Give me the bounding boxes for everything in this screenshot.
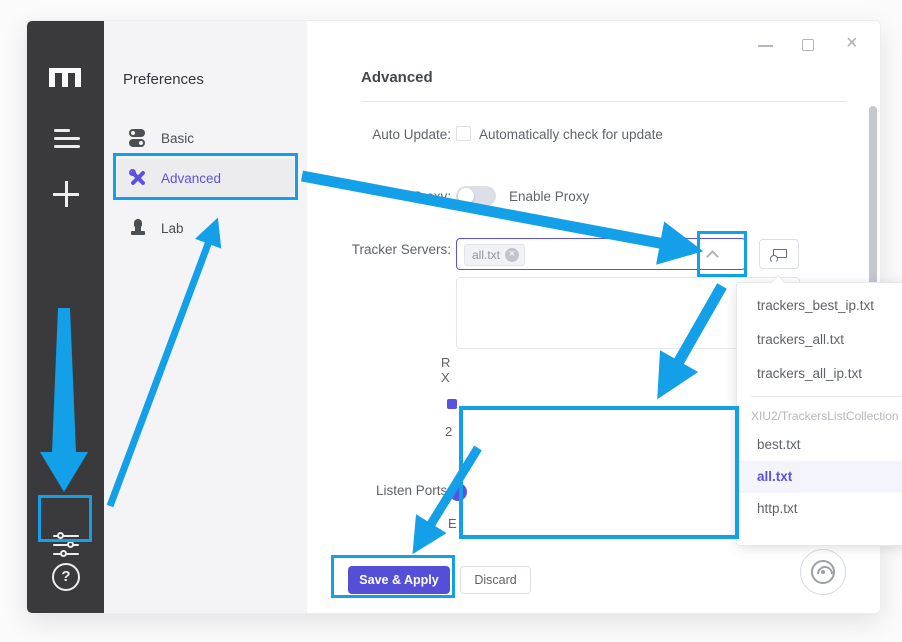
- toggles-icon: [129, 129, 147, 147]
- tag-close-icon[interactable]: ×: [505, 248, 519, 262]
- listen-ports-label: Listen Ports:: [271, 483, 451, 498]
- title-divider: [361, 101, 847, 102]
- obscured-text-fragment: X: [441, 370, 450, 385]
- obscured-control-fragment: [449, 483, 467, 501]
- proxy-toggle-label: Enable Proxy: [509, 189, 589, 204]
- obscured-checkbox-fragment: [447, 399, 457, 409]
- add-task-icon[interactable]: [53, 181, 79, 207]
- menu-item-label: Lab: [161, 221, 184, 236]
- chevron-up-icon[interactable]: [706, 250, 719, 263]
- menu-item-lab[interactable]: Lab: [113, 213, 298, 243]
- motrix-logo-icon[interactable]: [49, 68, 81, 87]
- option-label: all.txt: [757, 461, 792, 493]
- speed-limit-button[interactable]: [800, 549, 846, 595]
- window-minimize-button[interactable]: [758, 45, 773, 47]
- speedometer-icon: [811, 560, 835, 584]
- proxy-toggle[interactable]: [456, 186, 496, 206]
- option-label: http.txt: [757, 493, 798, 525]
- option-label: best.txt: [757, 429, 801, 461]
- proxy-label: Proxy:: [271, 189, 451, 204]
- dropdown-option[interactable]: http.txt: [737, 493, 902, 525]
- tracker-servers-label: Tracker Servers:: [271, 242, 451, 257]
- dropdown-group-label: XIU2/TrackersListCollection: [737, 403, 902, 429]
- obscured-text-fragment: R: [441, 355, 450, 370]
- obscured-text-fragment: E: [448, 516, 457, 531]
- auto-update-label: Auto Update:: [271, 127, 451, 142]
- app-window: ? Preferences Basic Advanced Lab × Ad: [26, 20, 881, 614]
- obscured-text-fragment: 2: [445, 424, 452, 439]
- auto-update-checkbox[interactable]: [456, 126, 471, 141]
- dropdown-option[interactable]: trackers_best_ip.txt: [737, 289, 902, 323]
- lab-stamp-icon: [129, 219, 147, 237]
- tracker-dropdown: trackers_best_ip.txt trackers_all.txt tr…: [736, 282, 902, 546]
- dropdown-option[interactable]: trackers_all_ip.txt: [737, 357, 902, 391]
- menu-item-advanced[interactable]: Advanced: [117, 159, 294, 197]
- dropdown-option[interactable]: best.txt: [737, 429, 902, 461]
- auto-update-checkbox-label: Automatically check for update: [479, 127, 663, 142]
- save-apply-button[interactable]: Save & Apply: [348, 566, 450, 594]
- help-icon[interactable]: ?: [52, 563, 80, 591]
- panel-title: Preferences: [123, 71, 204, 88]
- window-close-button[interactable]: ×: [846, 33, 858, 53]
- dropdown-option-selected[interactable]: all.txt ✓: [737, 461, 902, 493]
- page-title: Advanced: [361, 69, 433, 86]
- preferences-sliders-icon[interactable]: [53, 533, 79, 557]
- discard-button[interactable]: Discard: [460, 566, 531, 594]
- selected-tracker-tag: all.txt ×: [464, 244, 525, 266]
- sync-tracker-list-button[interactable]: [759, 239, 799, 269]
- preferences-panel: Preferences Basic Advanced Lab: [104, 21, 307, 613]
- task-list-icon[interactable]: [54, 129, 80, 153]
- window-maximize-button[interactable]: [802, 39, 814, 51]
- app-sidebar: ?: [27, 21, 104, 613]
- tag-label: all.txt: [472, 248, 500, 262]
- main-content: × Advanced Auto Update: Automatically ch…: [307, 21, 882, 613]
- menu-item-label: Basic: [161, 131, 194, 146]
- dropdown-divider: [751, 396, 902, 397]
- tracker-servers-select[interactable]: all.txt ×: [456, 238, 746, 270]
- tools-icon: [129, 169, 147, 187]
- menu-item-label: Advanced: [161, 171, 221, 186]
- dropdown-option[interactable]: trackers_all.txt: [737, 323, 902, 357]
